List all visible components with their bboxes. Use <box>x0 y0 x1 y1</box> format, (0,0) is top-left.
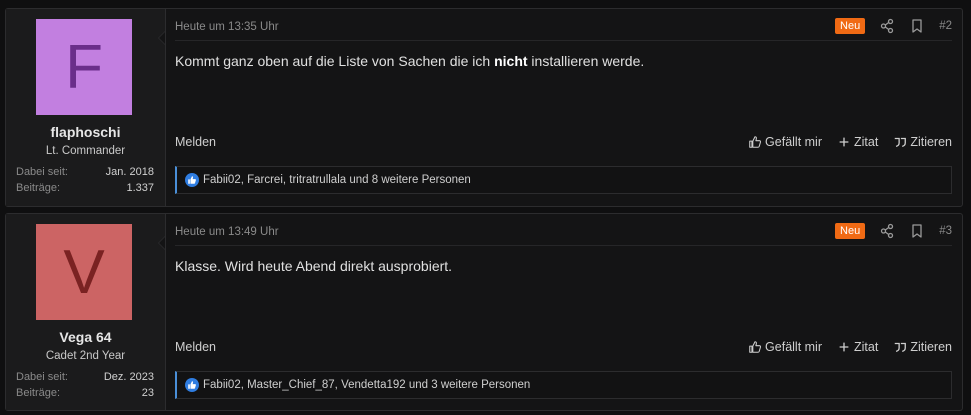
reactions-text[interactable]: Fabii02, Farcrei, tritratrullala und 8 w… <box>203 174 471 186</box>
quote-plus-button[interactable]: Zitat <box>837 135 878 149</box>
post-3: V Vega 64 Cadet 2nd Year Dabei seit: Dez… <box>5 213 963 411</box>
stat-label: Dabei seit: <box>16 166 68 178</box>
user-title: Cadet 2nd Year <box>45 350 126 362</box>
post-timestamp[interactable]: Heute um 13:35 Uhr <box>175 21 279 33</box>
bookmark-icon[interactable] <box>909 18 925 34</box>
stat-label: Dabei seit: <box>16 371 68 383</box>
message-meta-actions: Neu #2 <box>835 18 952 34</box>
message-body: Klasse. Wird heute Abend direkt ausprobi… <box>175 258 452 274</box>
quote-label: Zitieren <box>910 135 952 149</box>
avatar-letter: V <box>63 237 105 307</box>
plus-icon <box>839 342 849 352</box>
stat-posts: Beiträge: 1.337 <box>16 182 154 194</box>
reactions-bar[interactable]: Fabii02, Master_Chief_87, Vendetta192 un… <box>175 371 952 399</box>
stat-label: Beiträge: <box>16 387 61 399</box>
new-badge: Neu <box>835 18 866 34</box>
body-text: Klasse. Wird heute Abend direkt ausprobi… <box>175 258 453 274</box>
thumbs-up-icon <box>749 136 762 148</box>
stat-value: Jan. 2018 <box>105 166 154 178</box>
post-number[interactable]: #3 <box>939 225 952 237</box>
like-reaction-icon <box>185 173 199 187</box>
stat-posts: Beiträge: 23 <box>16 387 154 399</box>
quote-plus-label: Zitat <box>854 340 879 354</box>
message-actions: Melden Gefällt mir Zitat Zitieren <box>175 135 952 153</box>
stat-value[interactable]: 23 <box>142 387 154 399</box>
stat-joined: Dabei seit: Dez. 2023 <box>16 371 154 383</box>
post-timestamp[interactable]: Heute um 13:49 Uhr <box>175 226 279 238</box>
quote-plus-button[interactable]: Zitat <box>837 340 878 354</box>
message-content: Heute um 13:49 Uhr Neu #3 Klasse. Wird h… <box>175 214 952 410</box>
like-button[interactable]: Gefällt mir <box>748 135 822 149</box>
avatar-letter: F <box>65 32 103 102</box>
new-badge: Neu <box>835 223 866 239</box>
message-actions: Melden Gefällt mir Zitat Zitieren <box>175 340 952 358</box>
quote-button[interactable]: Zitieren <box>893 135 952 149</box>
avatar[interactable]: F <box>36 19 132 115</box>
quote-icon <box>895 137 907 148</box>
message-attribution: Heute um 13:49 Uhr Neu #3 <box>175 223 952 246</box>
user-title: Lt. Commander <box>45 145 126 157</box>
quote-button[interactable]: Zitieren <box>893 340 952 354</box>
like-button[interactable]: Gefällt mir <box>748 340 822 354</box>
reactions-text[interactable]: Fabii02, Master_Chief_87, Vendetta192 un… <box>203 379 530 391</box>
username[interactable]: Vega 64 <box>6 329 165 345</box>
quote-plus-label: Zitat <box>854 135 879 149</box>
like-label: Gefällt mir <box>765 135 822 149</box>
like-label: Gefällt mir <box>765 340 822 354</box>
body-text: Kommt ganz oben auf die Liste von Sachen… <box>175 53 495 69</box>
quote-label: Zitieren <box>910 340 952 354</box>
message-content: Heute um 13:35 Uhr Neu #2 Kommt ganz obe… <box>175 9 952 206</box>
report-link[interactable]: Melden <box>175 135 216 149</box>
share-icon[interactable] <box>879 18 895 34</box>
bookmark-icon[interactable] <box>909 223 925 239</box>
stat-joined: Dabei seit: Jan. 2018 <box>16 166 154 178</box>
stat-value: Dez. 2023 <box>103 371 154 383</box>
thumbs-up-icon <box>749 341 762 353</box>
message-arrow <box>158 236 165 250</box>
message-body: Kommt ganz oben auf die Liste von Sachen… <box>175 53 644 69</box>
plus-icon <box>839 137 849 147</box>
username[interactable]: flaphoschi <box>6 124 165 140</box>
post-2: F flaphoschi Lt. Commander Dabei seit: J… <box>5 8 963 207</box>
post-number[interactable]: #2 <box>939 20 952 32</box>
stat-label: Beiträge: <box>16 182 61 194</box>
body-bold-text: nicht <box>494 53 528 69</box>
like-reaction-icon <box>185 378 199 392</box>
user-info-panel: F flaphoschi Lt. Commander Dabei seit: J… <box>6 9 166 206</box>
avatar[interactable]: V <box>36 224 132 320</box>
body-text-end: installieren werde. <box>527 53 645 69</box>
user-info-panel: V Vega 64 Cadet 2nd Year Dabei seit: Dez… <box>6 214 166 410</box>
message-actions-right: Gefällt mir Zitat Zitieren <box>748 135 952 149</box>
message-attribution: Heute um 13:35 Uhr Neu #2 <box>175 18 952 41</box>
share-icon[interactable] <box>879 223 895 239</box>
report-link[interactable]: Melden <box>175 340 216 354</box>
message-arrow <box>158 31 165 45</box>
quote-icon <box>895 342 907 353</box>
message-actions-right: Gefällt mir Zitat Zitieren <box>748 340 952 354</box>
message-meta-actions: Neu #3 <box>835 223 952 239</box>
stat-value[interactable]: 1.337 <box>126 182 154 194</box>
reactions-bar[interactable]: Fabii02, Farcrei, tritratrullala und 8 w… <box>175 166 952 194</box>
